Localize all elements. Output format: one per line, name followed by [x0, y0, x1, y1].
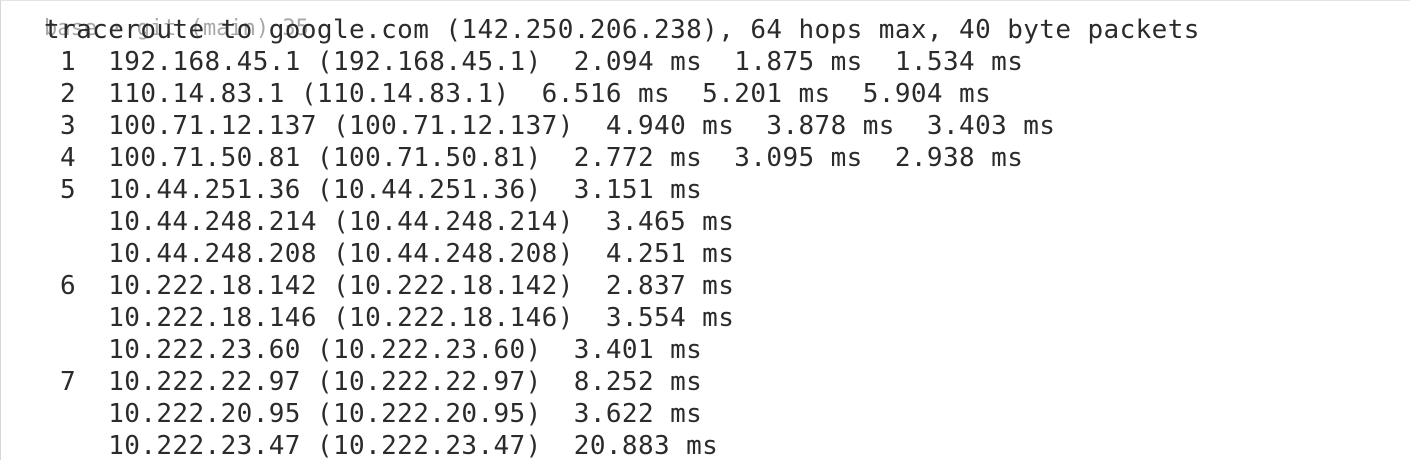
- traceroute-header: traceroute to google.com (142.250.206.23…: [44, 15, 1200, 45]
- hop-line: 10.222.20.95 (10.222.20.95) 3.622 ms: [44, 399, 703, 429]
- hop-line: 10.222.23.47 (10.222.23.47) 20.883 ms: [44, 431, 719, 460]
- hop-line: 10.222.23.60 (10.222.23.60) 3.401 ms: [44, 335, 703, 365]
- hop-line: 4 100.71.50.81 (100.71.50.81) 2.772 ms 3…: [44, 143, 1024, 173]
- hop-line: 10.44.248.214 (10.44.248.214) 3.465 ms: [44, 207, 735, 237]
- hop-line: 5 10.44.251.36 (10.44.251.36) 3.151 ms: [44, 175, 703, 205]
- hop-line: 10.222.18.146 (10.222.18.146) 3.554 ms: [44, 303, 735, 333]
- hop-line: 6 10.222.18.142 (10.222.18.142) 2.837 ms: [44, 271, 735, 301]
- terminal-output[interactable]: base · git (main) 35 traceroute to googl…: [0, 0, 1410, 460]
- hop-line: 2 110.14.83.1 (110.14.83.1) 6.516 ms 5.2…: [44, 79, 992, 109]
- hop-line: 3 100.71.12.137 (100.71.12.137) 4.940 ms…: [44, 111, 1056, 141]
- hop-line: 7 10.222.22.97 (10.222.22.97) 8.252 ms: [44, 367, 703, 397]
- hop-line: 10.44.248.208 (10.44.248.208) 4.251 ms: [44, 239, 735, 269]
- hop-line: 1 192.168.45.1 (192.168.45.1) 2.094 ms 1…: [44, 47, 1024, 77]
